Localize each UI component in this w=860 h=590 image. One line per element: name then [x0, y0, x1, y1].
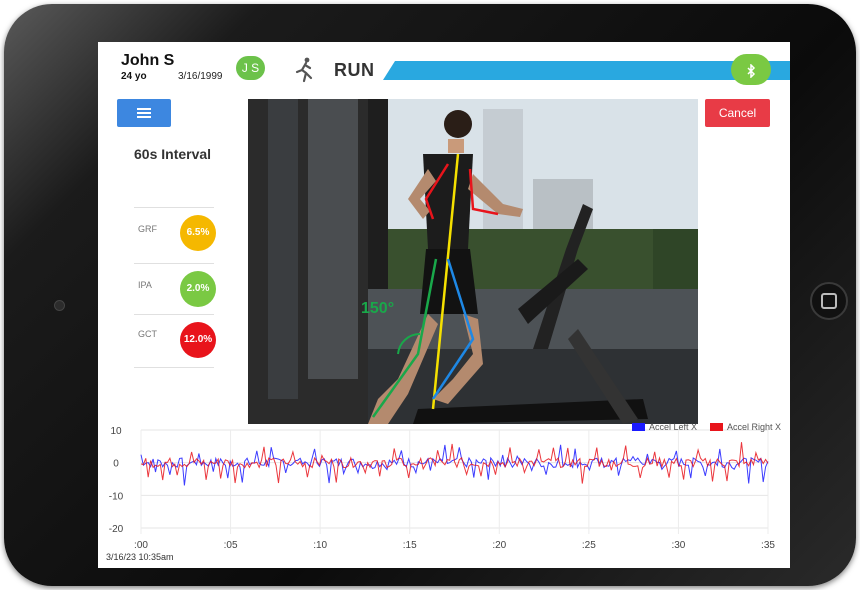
metric-badge-grf: 6.5%: [180, 215, 216, 251]
menu-button[interactable]: [117, 99, 171, 127]
bluetooth-button[interactable]: [731, 54, 771, 85]
x-tick-label: :10: [313, 540, 327, 551]
legend-swatch: [710, 423, 723, 431]
activity-title: RUN: [334, 60, 375, 80]
runner-icon: [295, 57, 313, 83]
video-frame: 150°: [248, 99, 698, 424]
metric-label-ipa: IPA: [138, 280, 152, 290]
divider: [134, 263, 214, 264]
legend-label: Accel Left X: [649, 422, 697, 432]
knee-angle-label: 150°: [361, 300, 394, 317]
y-tick-label: 10: [110, 426, 122, 437]
divider: [134, 207, 214, 208]
bluetooth-icon: [747, 62, 756, 79]
camera-icon: [54, 300, 65, 311]
home-square-icon: [821, 293, 837, 309]
divider: [134, 314, 214, 315]
x-tick-label: :25: [582, 540, 596, 551]
divider: [134, 367, 214, 368]
legend-label: Accel Right X: [727, 422, 781, 432]
x-tick-label: :20: [492, 540, 506, 551]
avatar[interactable]: J S: [236, 56, 265, 80]
y-tick-label: 0: [113, 459, 119, 470]
x-tick-label: :05: [224, 540, 238, 551]
activity-header-bar: [383, 61, 790, 80]
patient-dob: 3/16/1999: [178, 71, 223, 82]
y-tick-label: -10: [109, 491, 124, 502]
metric-badge-gct: 12.0%: [180, 322, 216, 358]
x-tick-label: :15: [403, 540, 417, 551]
legend-swatch: [632, 423, 645, 431]
interval-label: 60s Interval: [134, 146, 212, 162]
cancel-button[interactable]: Cancel: [705, 99, 770, 127]
app-screen: John S 24 yo 3/16/1999 J S RUN Cancel 60…: [98, 42, 790, 568]
patient-age: 24 yo: [121, 71, 147, 82]
metric-badge-ipa: 2.0%: [180, 271, 216, 307]
metric-label-grf: GRF: [138, 224, 157, 234]
x-tick-label: :35: [761, 540, 775, 551]
x-tick-label: :30: [671, 540, 685, 551]
chart-timestamp: 3/16/23 10:35am: [106, 552, 174, 562]
tablet-frame: John S 24 yo 3/16/1999 J S RUN Cancel 60…: [4, 4, 856, 586]
treadmill-runner-image: 150°: [248, 99, 698, 424]
x-tick-label: :00: [134, 540, 148, 551]
patient-name: John S: [121, 52, 175, 69]
accel-chart: 10 0 -10 -20 :00 :05 :10 :15 :20 :25 :30 :35 3/16/23…: [106, 422, 781, 562]
metric-label-gct: GCT: [138, 329, 157, 339]
y-tick-label: -20: [109, 524, 124, 535]
